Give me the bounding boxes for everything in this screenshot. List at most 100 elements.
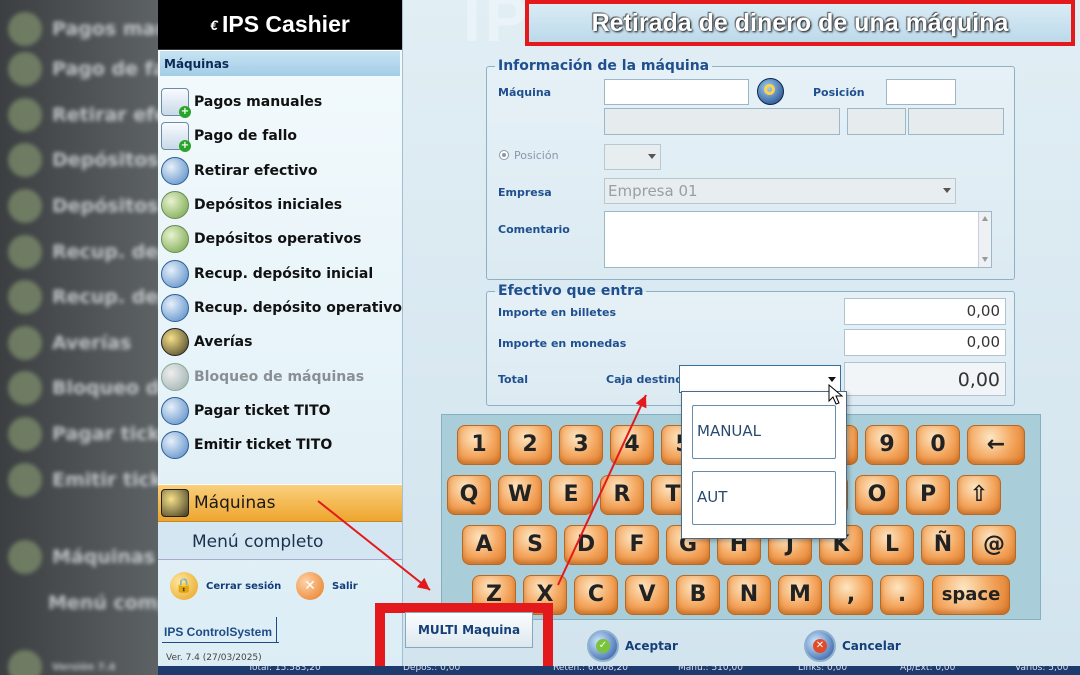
nav-menu-completo[interactable]: Menú completo — [158, 522, 402, 560]
cancel-label: Cancelar — [842, 639, 901, 653]
status-item: Ap/Ext: 0,00 — [900, 666, 956, 673]
key-M[interactable]: M — [778, 575, 822, 615]
cancel-button[interactable]: ✕ Cancelar — [804, 630, 901, 662]
key-R[interactable]: R — [600, 475, 644, 515]
machines-icon — [161, 489, 189, 517]
sidebar-item-label: Pago de fallo — [194, 128, 297, 145]
coins-amount-input[interactable]: 0,00 — [844, 329, 1006, 356]
issue-ticket-icon — [161, 431, 189, 460]
comment-textarea[interactable] — [604, 211, 992, 268]
status-item: Manu.: 510,00 — [678, 666, 743, 673]
key-.[interactable]: . — [880, 575, 924, 615]
key-3[interactable]: 3 — [559, 425, 603, 465]
key-4[interactable]: 4 — [610, 425, 654, 465]
status-item: Varios: 5,00 — [1015, 666, 1069, 673]
sidebar-item-label: Recup. depósito inicial — [194, 265, 374, 282]
machine-lock-icon — [161, 362, 189, 391]
key-Q[interactable]: Q — [447, 475, 491, 515]
sidebar-item-recup-deposito-inicial[interactable]: Recup. depósito inicial — [158, 256, 402, 290]
key-9[interactable]: 9 — [865, 425, 909, 465]
sidebar-item-label: Emitir ticket TITO — [194, 437, 333, 454]
key-,[interactable]: , — [829, 575, 873, 615]
sidebar-item-label: Depósitos iniciales — [194, 197, 343, 214]
machine-name-field — [604, 108, 840, 135]
key-0[interactable]: 0 — [916, 425, 960, 465]
key-V[interactable]: V — [625, 575, 669, 615]
blurred-item: Pago de fallo — [8, 52, 158, 86]
position-radio[interactable] — [499, 150, 509, 160]
machine-input[interactable] — [604, 79, 749, 105]
sidebar-item-retirar-efectivo[interactable]: Retirar efectivo — [158, 154, 402, 188]
sidebar-item-averias[interactable]: Averías — [158, 325, 402, 359]
sidebar-item-label: Averías — [194, 334, 253, 351]
dropdown-option-manual[interactable]: MANUAL — [692, 405, 836, 459]
destination-select[interactable] — [679, 365, 841, 393]
manual-payment-icon: + — [161, 88, 191, 119]
key-L[interactable]: L — [870, 525, 914, 565]
cash-in-legend: Efectivo que entra — [498, 283, 644, 299]
chevron-down-icon — [648, 154, 656, 159]
lock-icon: 🔒 — [170, 572, 198, 600]
key-Ñ[interactable]: Ñ — [921, 525, 965, 565]
blurred-item: Pagos manuales — [8, 12, 158, 46]
sidebar-item-pagar-ticket-tito[interactable]: Pagar ticket TITO — [158, 394, 402, 428]
bills-amount-input[interactable]: 0,00 — [844, 298, 1006, 325]
status-item: Depós.: 0,00 — [403, 666, 461, 673]
key-space[interactable]: space — [932, 575, 1010, 615]
sidebar-item-depositos-operativos[interactable]: Depósitos operativos — [158, 222, 402, 256]
blurred-item: Versión 7.4 — [8, 650, 115, 675]
dropdown-option-aut[interactable]: AUT — [692, 471, 836, 525]
sidebar-item-bloqueo-de-maquinas[interactable]: Bloqueo de máquinas — [158, 359, 402, 393]
nav-maquinas[interactable]: Máquinas — [158, 484, 402, 522]
key-1[interactable]: 1 — [457, 425, 501, 465]
accept-button[interactable]: ✓ Aceptar — [587, 630, 678, 662]
blurred-label: Depósitos iniciales — [52, 149, 158, 171]
logout-button[interactable]: 🔒 Cerrar sesión — [170, 572, 281, 600]
search-icon[interactable] — [757, 78, 784, 105]
sidebar-item-recup-deposito-operativo[interactable]: Recup. depósito operativo — [158, 291, 402, 325]
blurred-item: Retirar efectivo — [8, 98, 158, 132]
key-B[interactable]: B — [676, 575, 720, 615]
status-item: Links: 0,00 — [798, 666, 848, 673]
key-⇧[interactable]: ⇧ — [957, 475, 1001, 515]
key-N[interactable]: N — [727, 575, 771, 615]
sidebar-item-pagos-manuales[interactable]: + Pagos manuales — [158, 85, 402, 119]
comment-scrollbar[interactable] — [978, 212, 991, 267]
key-F[interactable]: F — [615, 525, 659, 565]
key-O[interactable]: O — [855, 475, 899, 515]
comment-label: Comentario — [498, 223, 570, 236]
status-bar: Total: 15.583,20 Depós.: 0,00 Reten.: 6.00… — [158, 666, 1080, 675]
sidebar-item-label: Bloqueo de máquinas — [194, 368, 365, 385]
key-2[interactable]: 2 — [508, 425, 552, 465]
key-E[interactable]: E — [549, 475, 593, 515]
key-W[interactable]: W — [498, 475, 542, 515]
position-select[interactable] — [604, 144, 661, 170]
position-input[interactable] — [886, 79, 956, 105]
key-P[interactable]: P — [906, 475, 950, 515]
key-S[interactable]: S — [513, 525, 557, 565]
company-select[interactable]: Empresa 01 — [604, 178, 956, 204]
key-←[interactable]: ← — [967, 425, 1025, 465]
exit-button[interactable]: ✕ Salir — [296, 572, 358, 600]
accept-label: Aceptar — [625, 639, 678, 653]
logout-label: Cerrar sesión — [206, 580, 282, 592]
sidebar-item-pago-de-fallo[interactable]: + Pago de fallo — [158, 119, 402, 153]
version-label: Ver. 7.4 (27/03/2025) — [166, 653, 262, 663]
chevron-down-icon — [828, 377, 836, 382]
key-@[interactable]: @ — [972, 525, 1016, 565]
cancel-icon: ✕ — [804, 630, 836, 662]
sidebar: € IPS Cashier Máquinas + Pagos manuales + P… — [158, 0, 403, 675]
key-C[interactable]: C — [574, 575, 618, 615]
machine-extra-field — [908, 108, 1004, 135]
key-D[interactable]: D — [564, 525, 608, 565]
sidebar-item-depositos-iniciales[interactable]: Depósitos iniciales — [158, 188, 402, 222]
multi-machine-button[interactable]: MULTI Maquina — [405, 612, 533, 648]
recover-operative-deposit-icon — [161, 293, 189, 322]
blurred-label: Recup. depósito operativo — [52, 286, 158, 308]
key-A[interactable]: A — [462, 525, 506, 565]
sidebar-item-emitir-ticket-tito[interactable]: Emitir ticket TITO — [158, 428, 402, 462]
blurred-item: Recup. depósito operativo — [8, 280, 158, 314]
blurred-item: Recup. depósito inicial — [8, 235, 158, 269]
blurred-item: Emitir ticket TITO — [8, 463, 158, 497]
app-logo: € IPS Cashier — [158, 0, 402, 50]
